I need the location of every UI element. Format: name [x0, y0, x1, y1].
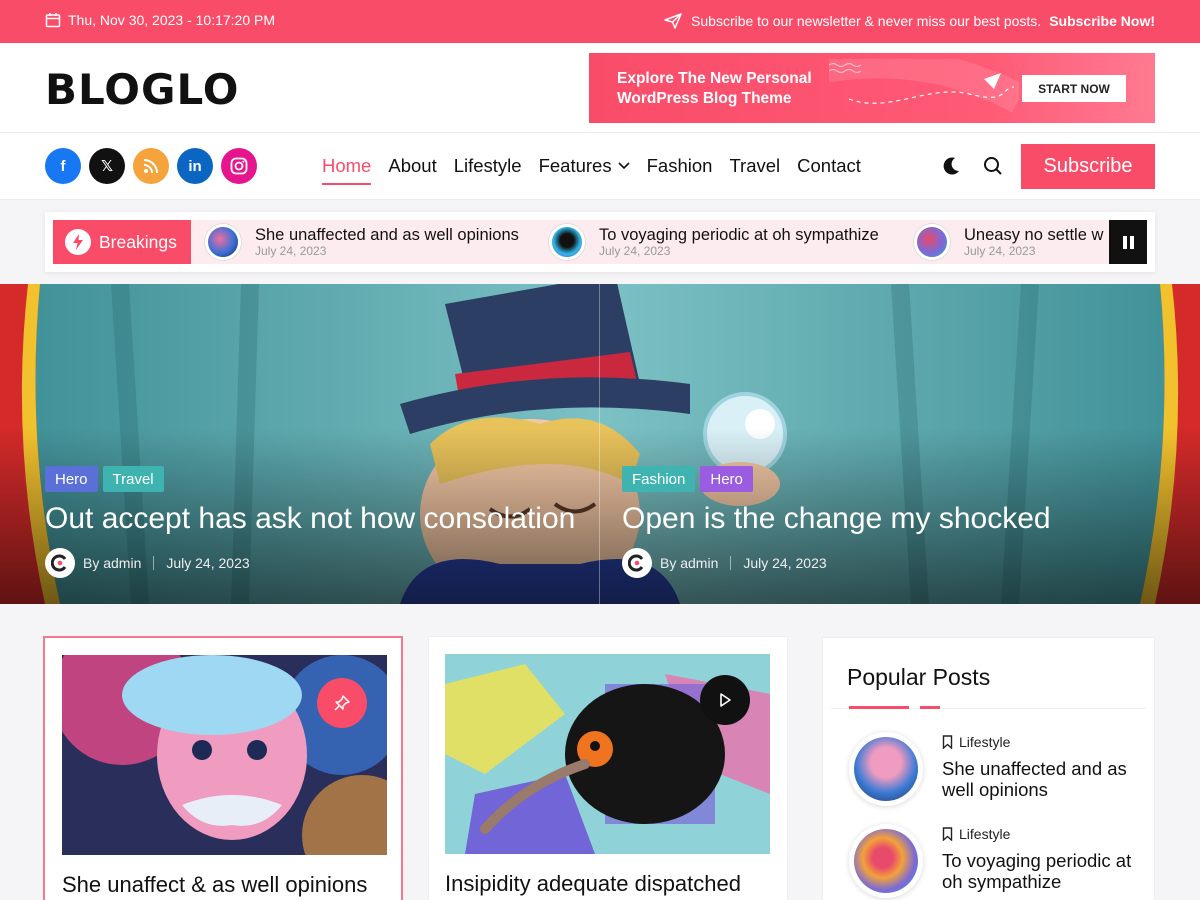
post-card[interactable]: Insipidity adequate dispatched [428, 636, 788, 900]
hero-post-card[interactable]: Fashion Hero Open is the change my shock… [622, 466, 1051, 578]
banner-decoration [829, 59, 1019, 113]
banner-line-1: Explore The New Personal [617, 70, 812, 87]
ticker-item[interactable]: She unaffected and as well opinions July… [205, 220, 519, 264]
hero-tags: Fashion Hero [622, 466, 1051, 492]
category-label: Lifestyle [959, 826, 1011, 842]
hero-post-meta: By admin July 24, 2023 [622, 548, 1051, 578]
nav-tools [940, 155, 1004, 177]
dark-mode-moon-icon[interactable] [940, 155, 962, 177]
nav-item-lifestyle[interactable]: Lifestyle [454, 155, 522, 177]
ticker-thumbnail [549, 224, 585, 260]
hero-tags: Hero Travel [45, 466, 575, 492]
instagram-icon[interactable] [221, 148, 257, 184]
post-category[interactable]: Lifestyle [942, 734, 1010, 750]
nav-item-features-label: Features [538, 155, 612, 176]
site-header: BLOGLO Explore The New Personal WordPres… [0, 43, 1200, 133]
popular-post-item[interactable]: Lifestyle To voyaging periodic at oh sym… [849, 824, 1149, 900]
meta-separator [153, 556, 155, 570]
banner-line-2: WordPress Blog Theme [617, 90, 792, 107]
nav-item-fashion[interactable]: Fashion [647, 155, 713, 177]
nav-item-home[interactable]: Home [322, 155, 372, 185]
ticker-thumbnail [205, 224, 241, 260]
pause-button[interactable] [1109, 220, 1147, 264]
popular-post-item[interactable]: Lifestyle She unaffected and as well opi… [849, 732, 1149, 812]
ticker-track: She unaffected and as well opinions July… [53, 220, 1147, 264]
popular-post-thumbnail[interactable] [849, 824, 923, 898]
ticker-item[interactable]: Uneasy no settle w July 24, 2023 [914, 220, 1103, 264]
tag-hero[interactable]: Hero [700, 466, 753, 492]
ticker-date: July 24, 2023 [599, 243, 671, 258]
post-date: July 24, 2023 [743, 555, 827, 571]
breaking-news-ticker: She unaffected and as well opinions July… [45, 212, 1155, 272]
category-label: Lifestyle [959, 734, 1011, 750]
widget-title: Popular Posts [847, 664, 991, 690]
facebook-icon[interactable]: f [45, 148, 81, 184]
title-accent [849, 706, 909, 709]
breakings-text: Breakings [99, 231, 177, 252]
tag-travel[interactable]: Travel [102, 466, 164, 492]
meta-separator [730, 556, 732, 570]
nav-item-travel[interactable]: Travel [729, 155, 780, 177]
bookmark-icon [942, 735, 953, 749]
ticker-thumbnail [914, 224, 950, 260]
subscribe-button[interactable]: Subscribe [1021, 144, 1155, 189]
social-links: f 𝕏 in [45, 148, 257, 184]
pin-icon[interactable] [317, 678, 367, 728]
lightning-icon [65, 229, 91, 255]
start-now-button[interactable]: START NOW [1022, 75, 1126, 102]
author-avatar [622, 548, 652, 578]
rss-icon[interactable] [133, 148, 169, 184]
breakings-label: Breakings [53, 220, 191, 264]
bookmark-icon [942, 827, 953, 841]
banner-headline: Explore The New Personal WordPress Blog … [617, 69, 812, 109]
hero-post-meta: By admin July 24, 2023 [45, 548, 575, 578]
topbar-date: Thu, Nov 30, 2023 - 10:17:20 PM [45, 12, 275, 28]
top-bar: Thu, Nov 30, 2023 - 10:17:20 PM Subscrib… [0, 0, 1200, 43]
calendar-icon [45, 13, 61, 28]
tag-fashion[interactable]: Fashion [622, 466, 696, 492]
promo-banner[interactable]: Explore The New Personal WordPress Blog … [589, 53, 1155, 123]
nav-item-about[interactable]: About [388, 155, 436, 177]
newsletter-text: Subscribe to our newsletter & never miss… [691, 13, 1042, 29]
post-date: July 24, 2023 [166, 555, 250, 571]
main-navigation: f 𝕏 in Home About Lifestyle Features Fas… [0, 133, 1200, 200]
title-accent [920, 706, 940, 709]
ticker-title: Uneasy no settle w [964, 225, 1104, 244]
hero-post-card[interactable]: Hero Travel Out accept has ask not how c… [45, 466, 575, 578]
post-category[interactable]: Lifestyle [942, 826, 1010, 842]
tag-hero[interactable]: Hero [45, 466, 98, 492]
hero-post-title[interactable]: Out accept has ask not how consolation [45, 502, 575, 536]
ticker-date: July 24, 2023 [255, 243, 327, 258]
nav-item-contact[interactable]: Contact [797, 155, 861, 177]
site-logo[interactable]: BLOGLO [45, 65, 239, 114]
post-title[interactable]: She unaffect & as well opinions [62, 872, 367, 898]
ticker-title: To voyaging periodic at oh sympathize [599, 225, 879, 244]
hero-divider [599, 284, 600, 604]
hero-slider: Hero Travel Out accept has ask not how c… [0, 284, 1200, 604]
subscribe-now-link[interactable]: Subscribe Now! [1049, 13, 1155, 29]
author-name[interactable]: By admin [83, 555, 141, 571]
play-icon[interactable] [700, 675, 750, 725]
nav-item-features[interactable]: Features [539, 155, 630, 177]
post-card[interactable]: She unaffect & as well opinions [43, 636, 403, 900]
ticker-date: July 24, 2023 [964, 243, 1036, 258]
current-datetime: Thu, Nov 30, 2023 - 10:17:20 PM [68, 12, 276, 28]
paper-plane-icon [664, 13, 682, 29]
popular-post-title[interactable]: To voyaging periodic at oh sympathize [942, 850, 1152, 892]
nav-menu: Home About Lifestyle Features Fashion Tr… [322, 155, 861, 185]
ticker-title: She unaffected and as well opinions [255, 225, 519, 244]
ticker-item[interactable]: To voyaging periodic at oh sympathize Ju… [549, 220, 879, 264]
author-avatar [45, 548, 75, 578]
x-twitter-icon[interactable]: 𝕏 [89, 148, 125, 184]
author-name[interactable]: By admin [660, 555, 718, 571]
newsletter-promo: Subscribe to our newsletter & never miss… [663, 12, 1155, 30]
popular-posts-widget: Popular Posts Lifestyle She unaffected a… [822, 637, 1155, 900]
popular-post-thumbnail[interactable] [849, 732, 923, 806]
linkedin-icon[interactable]: in [177, 148, 213, 184]
chevron-down-icon [618, 162, 630, 170]
hero-post-title[interactable]: Open is the change my shocked [622, 502, 1051, 536]
popular-post-title[interactable]: She unaffected and as well opinions [942, 758, 1152, 800]
search-icon[interactable] [982, 155, 1004, 177]
post-title[interactable]: Insipidity adequate dispatched [445, 871, 741, 897]
